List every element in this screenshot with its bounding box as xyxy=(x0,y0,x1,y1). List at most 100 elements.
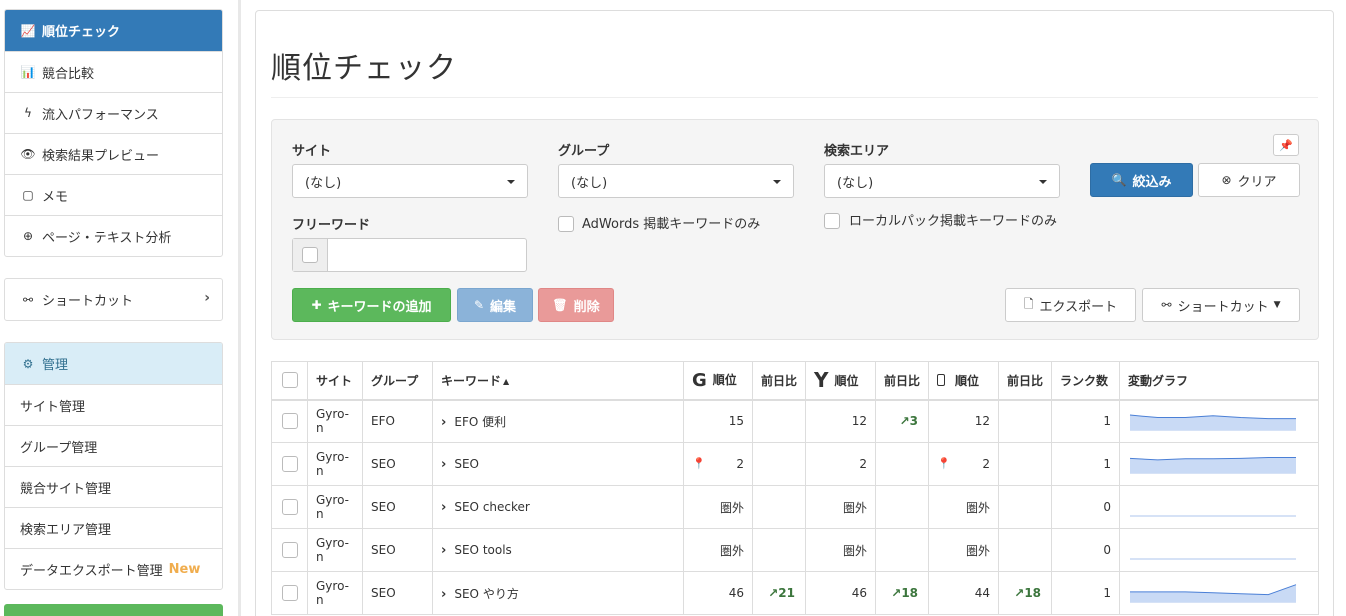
chevron-right-icon: › xyxy=(441,542,447,558)
col-google-rank[interactable]: G 順位 xyxy=(683,361,753,401)
sidebar-item-1[interactable]: 📊 競合比較 xyxy=(5,51,222,92)
google-rank-value: 圏外 xyxy=(719,543,744,558)
export-button[interactable]: 🗋 エクスポート xyxy=(1005,288,1136,322)
main-nav: 📈 順位チェック 📊 競合比較 ϟ 流入パフォーマンス 👁 検索結果プレビュー ▢ メモ ⊕ ページ・… xyxy=(4,9,223,257)
sidebar-item-3[interactable]: 👁 検索結果プレビュー xyxy=(5,133,222,174)
site-select[interactable]: (なし) xyxy=(292,164,528,198)
bar-chart-icon: 📊 xyxy=(20,65,36,79)
trash-icon: 🗑 xyxy=(552,298,568,312)
cell-mobile-prev xyxy=(998,399,1053,443)
sidebar-header-admin[interactable]: ⚙ 管理 xyxy=(5,343,222,384)
sparkline-chart xyxy=(1130,515,1297,517)
delete-button[interactable]: 🗑 削除 xyxy=(538,288,614,322)
cell-mobile-prev xyxy=(998,442,1053,486)
sparkline-chart xyxy=(1130,457,1297,474)
cell-mobile-rank: 44 xyxy=(928,571,1000,615)
col-mobile-prev[interactable]: 前日比 xyxy=(998,361,1053,401)
cell-graph[interactable] xyxy=(1119,571,1319,615)
row-checkbox[interactable] xyxy=(281,542,298,558)
row-checkbox[interactable] xyxy=(281,413,298,430)
col-mobile-rank[interactable]: 順位 xyxy=(928,361,1000,401)
area-select[interactable]: (なし) xyxy=(824,164,1060,198)
cell-keyword[interactable]: › SEO xyxy=(432,442,684,486)
mobile-rank-value: 12 xyxy=(974,414,991,429)
sidebar-item-2[interactable]: ϟ 流入パフォーマンス xyxy=(5,92,222,133)
google-rank-value: 圏外 xyxy=(719,500,744,515)
cell-keyword[interactable]: › EFO 便利 xyxy=(432,399,684,443)
col-group[interactable]: グループ xyxy=(362,361,433,401)
col-keyword-label: キーワード xyxy=(441,373,502,388)
link-icon: ⚯ xyxy=(1161,298,1172,312)
group-select-value: (なし) xyxy=(571,175,608,191)
col-yahoo-rank[interactable]: Y 順位 xyxy=(805,361,877,401)
select-all-cell xyxy=(271,361,308,401)
cell-rank-count: 1 xyxy=(1051,442,1121,486)
cell-google-prev xyxy=(751,399,807,443)
cell-graph[interactable] xyxy=(1119,528,1319,572)
sidebar-admin-item-3[interactable]: 検索エリア管理 xyxy=(5,507,222,548)
file-icon: 🗋 xyxy=(1023,296,1034,311)
col-rank-count[interactable]: ランク数 xyxy=(1051,361,1121,401)
cell-yahoo-prev xyxy=(875,528,930,572)
cell-yahoo-rank: 2 xyxy=(805,442,877,486)
cell-google-rank: 圏外 xyxy=(683,528,753,572)
freeword-checkbox[interactable] xyxy=(302,247,318,263)
cell-graph[interactable] xyxy=(1119,442,1319,486)
add-keyword-button[interactable]: ✚ キーワードの追加 xyxy=(292,288,451,322)
sort-asc-icon: ▲ xyxy=(503,376,510,386)
cell-keyword[interactable]: › SEO tools xyxy=(432,528,684,572)
cell-graph[interactable] xyxy=(1119,485,1319,529)
sidebar-admin-item-2[interactable]: 競合サイト管理 xyxy=(5,466,222,507)
sidebar-divider xyxy=(238,0,241,616)
sidebar-item-0[interactable]: 📈 順位チェック xyxy=(5,10,222,51)
export-button-label: エクスポート xyxy=(1039,299,1118,315)
sidebar-item-4[interactable]: ▢ メモ xyxy=(5,174,222,215)
sidebar-item-5[interactable]: ⊕ ページ・テキスト分析 xyxy=(5,215,222,256)
freeword-addon xyxy=(293,239,328,271)
localpack-checkbox-label: ローカルパック掲載キーワードのみ xyxy=(849,214,1058,229)
sidebar-admin-item-0[interactable]: サイト管理 xyxy=(5,384,222,425)
cell-google-prev: ↗21 xyxy=(751,571,807,615)
col-yahoo-prev[interactable]: 前日比 xyxy=(875,361,930,401)
col-site[interactable]: サイト xyxy=(307,361,363,401)
shortcut-dropdown-button[interactable]: ⚯ ショートカット ▼ xyxy=(1142,288,1300,322)
localpack-checkbox[interactable] xyxy=(824,213,840,229)
cell-rank-count: 0 xyxy=(1051,528,1121,572)
cell-keyword[interactable]: › SEO やり方 xyxy=(432,571,684,615)
sidebar-admin-item-4[interactable]: データエクスポート管理 New xyxy=(5,548,222,589)
table-row: Gyro-n SEO › SEO checker 圏外 圏外 圏外 0 xyxy=(271,485,1319,529)
sidebar-item-label: 順位チェック xyxy=(42,25,121,40)
note-icon: ▢ xyxy=(22,188,34,202)
cell-keyword[interactable]: › SEO checker xyxy=(432,485,684,529)
sidebar-item-label: サイト管理 xyxy=(20,399,86,415)
main-panel: 順位チェック 📌 サイト (なし) グループ (なし) 検索エリア (なし) 🔍… xyxy=(255,10,1334,616)
cell-yahoo-prev xyxy=(875,485,930,529)
mobile-rank-value: 2 xyxy=(982,457,991,471)
yahoo-prev-value: ↗18 xyxy=(891,586,919,600)
area-select-value: (なし) xyxy=(837,175,874,191)
cell-site: Gyro-n xyxy=(307,528,363,572)
sidebar-admin-item-1[interactable]: グループ管理 xyxy=(5,425,222,466)
clear-button[interactable]: ⊗ クリア xyxy=(1198,163,1300,197)
adwords-checkbox[interactable] xyxy=(558,216,574,232)
row-checkbox[interactable] xyxy=(281,585,298,601)
col-keyword[interactable]: キーワード ▲ xyxy=(432,361,684,401)
area-label: 検索エリア xyxy=(824,144,890,159)
freeword-input[interactable] xyxy=(329,239,525,271)
edit-button[interactable]: ✎ 編集 xyxy=(457,288,533,322)
cell-group: SEO xyxy=(362,528,433,572)
sidebar-green-button[interactable] xyxy=(4,604,223,616)
clear-button-label: クリア xyxy=(1237,174,1277,190)
select-all-checkbox[interactable] xyxy=(281,372,298,389)
group-select[interactable]: (なし) xyxy=(558,164,794,198)
narrow-button[interactable]: 🔍 絞込み xyxy=(1090,163,1193,197)
row-checkbox[interactable] xyxy=(281,456,298,472)
pin-button[interactable]: 📌 xyxy=(1273,134,1299,156)
sparkline-chart xyxy=(1130,558,1297,560)
sidebar-item-shortcut[interactable]: ⚯ ショートカット › xyxy=(5,279,222,320)
col-google-prev[interactable]: 前日比 xyxy=(751,361,807,401)
row-checkbox[interactable] xyxy=(281,499,298,515)
cell-graph[interactable] xyxy=(1119,399,1319,443)
sidebar-item-label: 競合比較 xyxy=(42,66,95,82)
row-checkbox-cell xyxy=(271,442,308,486)
